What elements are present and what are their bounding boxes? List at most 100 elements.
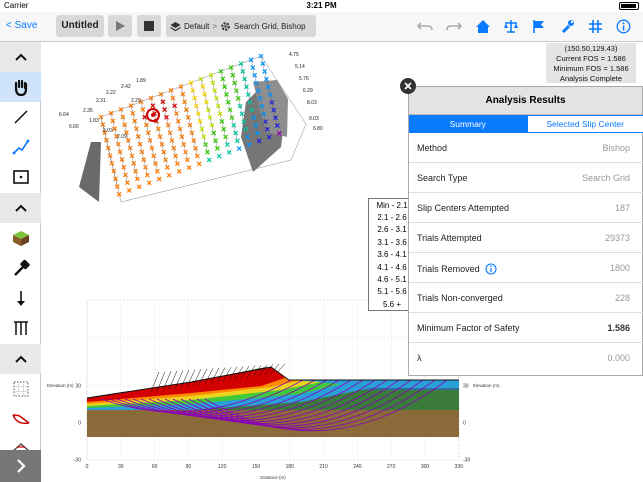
grid-fos-label: 2.35	[83, 108, 93, 114]
chevron-up-icon	[14, 355, 27, 363]
x-tick-label: 60	[152, 464, 158, 470]
y-axis-label: Elevation (m)	[47, 383, 74, 388]
grid-fos-label: 2.42	[121, 84, 131, 90]
result-row-non-converged: Trials Non-converged 228	[409, 283, 643, 313]
polyline-tool[interactable]	[0, 132, 41, 162]
grid-fos-label: 6.66	[69, 124, 79, 130]
row-value: 1800	[609, 263, 630, 273]
x-tick-label: 270	[387, 464, 396, 470]
slip-surface-tool[interactable]	[0, 404, 41, 434]
boundary-box-icon	[12, 170, 29, 184]
grid-search-tool[interactable]	[0, 374, 41, 404]
home-button[interactable]	[474, 17, 492, 35]
boundary-tool[interactable]	[0, 162, 41, 192]
chevron-up-icon	[14, 53, 27, 61]
x-tick-label: 330	[455, 464, 464, 470]
wrench-button[interactable]	[558, 17, 576, 35]
y-tick-label: 30	[75, 384, 81, 390]
collapse-section-3-button[interactable]	[0, 344, 41, 374]
critical-slip-center-dot	[151, 113, 155, 117]
anchor-tool[interactable]	[0, 253, 41, 283]
layers-icon	[170, 21, 181, 31]
balance-scale-icon	[504, 19, 518, 33]
minimum-fos: Minimum FOS = 1.586	[553, 64, 629, 73]
x-tick-label: 300	[421, 464, 430, 470]
row-value: 1.586	[607, 323, 630, 333]
tab-summary[interactable]: Summary	[409, 115, 527, 133]
flag-icon	[533, 19, 544, 33]
result-row-slip-centers: Slip Centers Attempted 187	[409, 193, 643, 223]
row-label: Trials Attempted	[417, 233, 482, 243]
material-tool[interactable]	[0, 223, 41, 253]
row-value: 29373	[604, 233, 630, 243]
right-y-tick-label: 0	[463, 421, 466, 427]
clock: 3:21 PM	[306, 1, 337, 10]
soil-block-icon	[12, 231, 29, 246]
stop-button[interactable]	[137, 15, 161, 37]
next-panel-button[interactable]	[0, 450, 41, 482]
x-tick-label: 120	[218, 464, 227, 470]
row-value: 228	[614, 293, 630, 303]
results-tabs: Summary Selected Slip Center	[409, 115, 643, 133]
grid-fos-label: 2.31	[96, 98, 106, 104]
x-tick-label: 210	[319, 464, 328, 470]
stop-icon	[144, 21, 154, 31]
close-panel-button[interactable]	[400, 78, 416, 94]
app-root: Carrier 3:21 PM < Save Untitled Default …	[0, 0, 643, 482]
y-tick-label: 0	[78, 421, 81, 427]
play-button[interactable]	[108, 15, 132, 37]
load-tool[interactable]	[0, 283, 41, 313]
collapse-section-2-button[interactable]	[0, 193, 41, 223]
grid-fos-label: 6.29	[303, 88, 313, 94]
support-tool[interactable]	[0, 313, 41, 343]
breadcrumb-analysis[interactable]: Search Grid, Bishop	[234, 22, 306, 31]
breadcrumb-scenario[interactable]: Default	[184, 22, 209, 31]
result-row-search-type: Search Type Search Grid	[409, 163, 643, 193]
pan-tool[interactable]	[0, 72, 41, 102]
balance-button[interactable]	[502, 17, 520, 35]
hand-icon	[14, 79, 27, 96]
document-title[interactable]: Untitled	[56, 15, 104, 37]
chevron-right-icon	[16, 459, 26, 473]
current-fos: Current FOS = 1.586	[556, 54, 626, 63]
grid-fos-label: 9.03	[309, 116, 319, 122]
support-frame-icon	[13, 321, 28, 335]
top-toolbar: < Save Untitled Default > Search Grid, B…	[0, 12, 643, 42]
grid-fos-label: 2.22	[106, 90, 116, 96]
save-label: Save	[14, 20, 38, 31]
grid-fos-label: 5.76	[299, 76, 309, 82]
section-view	[86, 299, 460, 461]
breadcrumb: Default > Search Grid, Bishop	[166, 15, 316, 37]
row-label: Minimum Factor of Safety	[417, 323, 520, 333]
collapse-section-button[interactable]	[0, 42, 41, 72]
right-y-tick-label: 30	[463, 384, 469, 390]
grid-button[interactable]	[586, 17, 604, 35]
grid-fos-label: 2.29	[131, 98, 141, 104]
save-button[interactable]: < Save	[6, 20, 37, 31]
info-icon[interactable]	[485, 263, 497, 275]
grid-fos-label: 6.64	[59, 112, 69, 118]
tab-selected-slip-center[interactable]: Selected Slip Center	[526, 115, 643, 133]
analysis-results-panel: Analysis Results Summary Selected Slip C…	[408, 86, 643, 376]
close-icon	[404, 82, 412, 90]
right-y-axis-label: Elevation (m)	[473, 383, 500, 388]
row-label: Trials Removed	[417, 264, 480, 274]
result-row-lambda: λ 0.000	[409, 343, 643, 373]
row-label: Method	[417, 143, 448, 153]
wrench-icon	[561, 19, 574, 33]
info-button[interactable]	[614, 17, 632, 35]
redo-button[interactable]	[445, 17, 463, 35]
tool-sidebar	[0, 42, 41, 482]
dotted-grid-icon	[12, 381, 29, 397]
info-icon	[616, 19, 630, 33]
line-tool[interactable]	[0, 102, 41, 132]
slip-surface-icon	[11, 414, 29, 425]
grid-fos-label: 1.89	[136, 78, 146, 84]
grid-fos-label: 1.83	[89, 118, 99, 124]
flag-button[interactable]	[530, 17, 548, 35]
battery-icon	[619, 2, 639, 10]
row-label: Search Type	[417, 173, 468, 183]
polyline-icon	[12, 139, 29, 155]
undo-button[interactable]	[416, 17, 434, 35]
x-tick-label: 90	[186, 464, 192, 470]
